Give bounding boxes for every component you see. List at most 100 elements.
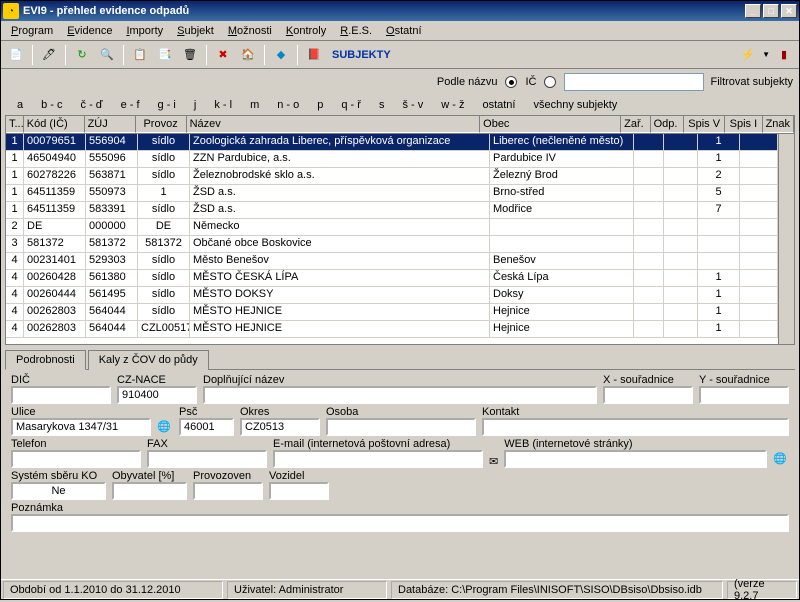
ulice-field[interactable] — [11, 418, 151, 436]
alpha-j[interactable]: j — [186, 97, 204, 113]
kontakt-field[interactable] — [482, 418, 789, 436]
alpha-sv[interactable]: š - v — [394, 97, 431, 113]
col-znak[interactable]: Znak — [763, 116, 794, 133]
col-nazev[interactable]: Název — [187, 116, 481, 133]
system-label: Systém sběru KO — [11, 470, 106, 482]
col-odp[interactable]: Odp. — [651, 116, 684, 133]
provozoven-field[interactable] — [193, 482, 263, 500]
table-row[interactable]: 400260444561495sídloMĚSTO DOKSYDoksy1 — [6, 287, 794, 304]
globe-icon-2[interactable]: 🌐 — [773, 452, 789, 468]
copy-icon[interactable]: 📋 — [129, 44, 151, 66]
alpha-no[interactable]: n - o — [269, 97, 307, 113]
globe-icon[interactable]: 🌐 — [157, 420, 173, 436]
ys-field[interactable] — [699, 386, 789, 404]
status-db: Databáze: C:\Program Files\INISOFT\SISO\… — [391, 581, 723, 599]
xs-field[interactable] — [603, 386, 693, 404]
col-zar[interactable]: Zař. — [621, 116, 651, 133]
exit-icon[interactable]: ▮ — [773, 44, 795, 66]
cznace-field[interactable] — [117, 386, 197, 404]
alpha-a[interactable]: a — [9, 97, 31, 113]
table-row[interactable]: 160278226563871sídloŽeleznobrodské sklo … — [6, 168, 794, 185]
menu-importy[interactable]: Importy — [120, 23, 169, 39]
alpha-qr[interactable]: q - ř — [333, 97, 369, 113]
home-icon[interactable]: 🏠 — [237, 44, 259, 66]
new-icon[interactable]: 📄 — [5, 44, 27, 66]
filter-input[interactable] — [564, 73, 704, 91]
icon-b[interactable]: ◆ — [270, 44, 292, 66]
maximize-button[interactable]: □ — [763, 4, 779, 18]
table-row[interactable]: 100079651556904sídloZoologická zahrada L… — [6, 134, 794, 151]
alpha-bc[interactable]: b - c — [33, 97, 70, 113]
alpha-all[interactable]: všechny subjekty — [525, 97, 625, 113]
tab-kaly[interactable]: Kaly z ČOV do půdy — [88, 350, 209, 370]
fax-field[interactable] — [147, 450, 267, 468]
table-row[interactable]: 400262803564044sídloMĚSTO HEJNICEHejnice… — [6, 304, 794, 321]
ic-radio[interactable] — [544, 76, 556, 88]
table-row[interactable]: 1645113595509731ŽSD a.s.Brno-střed5 — [6, 185, 794, 202]
close-button[interactable]: ✕ — [781, 4, 797, 18]
col-obec[interactable]: Obec — [480, 116, 621, 133]
book-icon[interactable]: 📕 — [303, 44, 325, 66]
col-spisi[interactable]: Spis I — [725, 116, 762, 133]
alpha-cd[interactable]: č - ď — [73, 97, 111, 113]
search-icon[interactable]: 🔍 — [96, 44, 118, 66]
menu-program[interactable]: Program — [5, 23, 59, 39]
detail-tabs: Podrobnosti Kaly z ČOV do půdy — [1, 345, 799, 369]
osoba-field[interactable] — [326, 418, 476, 436]
menu-kontroly[interactable]: Kontroly — [280, 23, 332, 39]
filter-button[interactable]: Filtrovat subjekty — [710, 76, 793, 88]
alpha-ef[interactable]: e - f — [113, 97, 148, 113]
col-t[interactable]: T... — [6, 116, 24, 133]
alpha-m[interactable]: m — [242, 97, 267, 113]
dic-field[interactable] — [11, 386, 111, 404]
psc-field[interactable] — [179, 418, 234, 436]
kontakt-label: Kontakt — [482, 406, 789, 418]
table-row[interactable]: 3581372581372581372Občané obce Boskovice — [6, 236, 794, 253]
col-kod[interactable]: Kód (IČ) — [24, 116, 85, 133]
tab-podrobnosti[interactable]: Podrobnosti — [5, 350, 86, 370]
okres-label: Okres — [240, 406, 320, 418]
alpha-s[interactable]: s — [371, 97, 393, 113]
web-field[interactable] — [504, 450, 767, 468]
mail-icon[interactable]: ✉ — [489, 455, 498, 468]
ulice-label: Ulice — [11, 406, 151, 418]
table-row[interactable]: 164511359583391sídloŽSD a.s.Modřice7 — [6, 202, 794, 219]
paste-icon[interactable]: 📑 — [154, 44, 176, 66]
table-row[interactable]: 146504940555096sídloZZN Pardubice, a.s.P… — [6, 151, 794, 168]
menu-moznosti[interactable]: Možnosti — [222, 23, 278, 39]
menu-res[interactable]: R.E.S. — [334, 23, 378, 39]
poznamka-field[interactable] — [11, 514, 789, 532]
vertical-scrollbar[interactable] — [778, 134, 794, 344]
obyv-field[interactable] — [112, 482, 187, 500]
grid-body[interactable]: 100079651556904sídloZoologická zahrada L… — [6, 134, 794, 344]
alpha-ostatni[interactable]: ostatní — [474, 97, 523, 113]
email-field[interactable] — [273, 450, 483, 468]
okres-field[interactable] — [240, 418, 320, 436]
table-row[interactable]: 400260428561380sídloMĚSTO ČESKÁ LÍPAČesk… — [6, 270, 794, 287]
col-zuj[interactable]: ZÚJ — [85, 116, 136, 133]
alpha-p[interactable]: p — [309, 97, 331, 113]
icon-a[interactable]: ✖ — [212, 44, 234, 66]
minimize-button[interactable]: _ — [745, 4, 761, 18]
menu-subjekt[interactable]: Subjekt — [171, 23, 220, 39]
delete-icon[interactable]: 🗑 — [179, 44, 201, 66]
system-field[interactable] — [11, 482, 106, 500]
alpha-gi[interactable]: g - i — [150, 97, 184, 113]
dropdown-icon[interactable]: ▼ — [762, 50, 770, 59]
menu-ostatni[interactable]: Ostatní — [380, 23, 427, 39]
table-row[interactable]: 2DE000000DENěmecko — [6, 219, 794, 236]
menu-evidence[interactable]: Evidence — [61, 23, 118, 39]
table-row[interactable]: 400262803564044CZL00517MĚSTO HEJNICEHejn… — [6, 321, 794, 338]
alpha-kl[interactable]: k - l — [206, 97, 240, 113]
telefon-field[interactable] — [11, 450, 141, 468]
col-provoz[interactable]: Provoz — [136, 116, 187, 133]
refresh-icon[interactable]: ↻ — [71, 44, 93, 66]
table-row[interactable]: 400231401529303sídloMěsto BenešovBenešov — [6, 253, 794, 270]
vozidel-field[interactable] — [269, 482, 329, 500]
podle-nazvu-radio[interactable] — [505, 76, 517, 88]
lightning-icon[interactable]: ⚡ — [737, 44, 759, 66]
edit-icon[interactable]: 🖊 — [38, 44, 60, 66]
dopl-field[interactable] — [203, 386, 597, 404]
alpha-wz[interactable]: w - ž — [433, 97, 472, 113]
col-spisv[interactable]: Spis V — [684, 116, 725, 133]
